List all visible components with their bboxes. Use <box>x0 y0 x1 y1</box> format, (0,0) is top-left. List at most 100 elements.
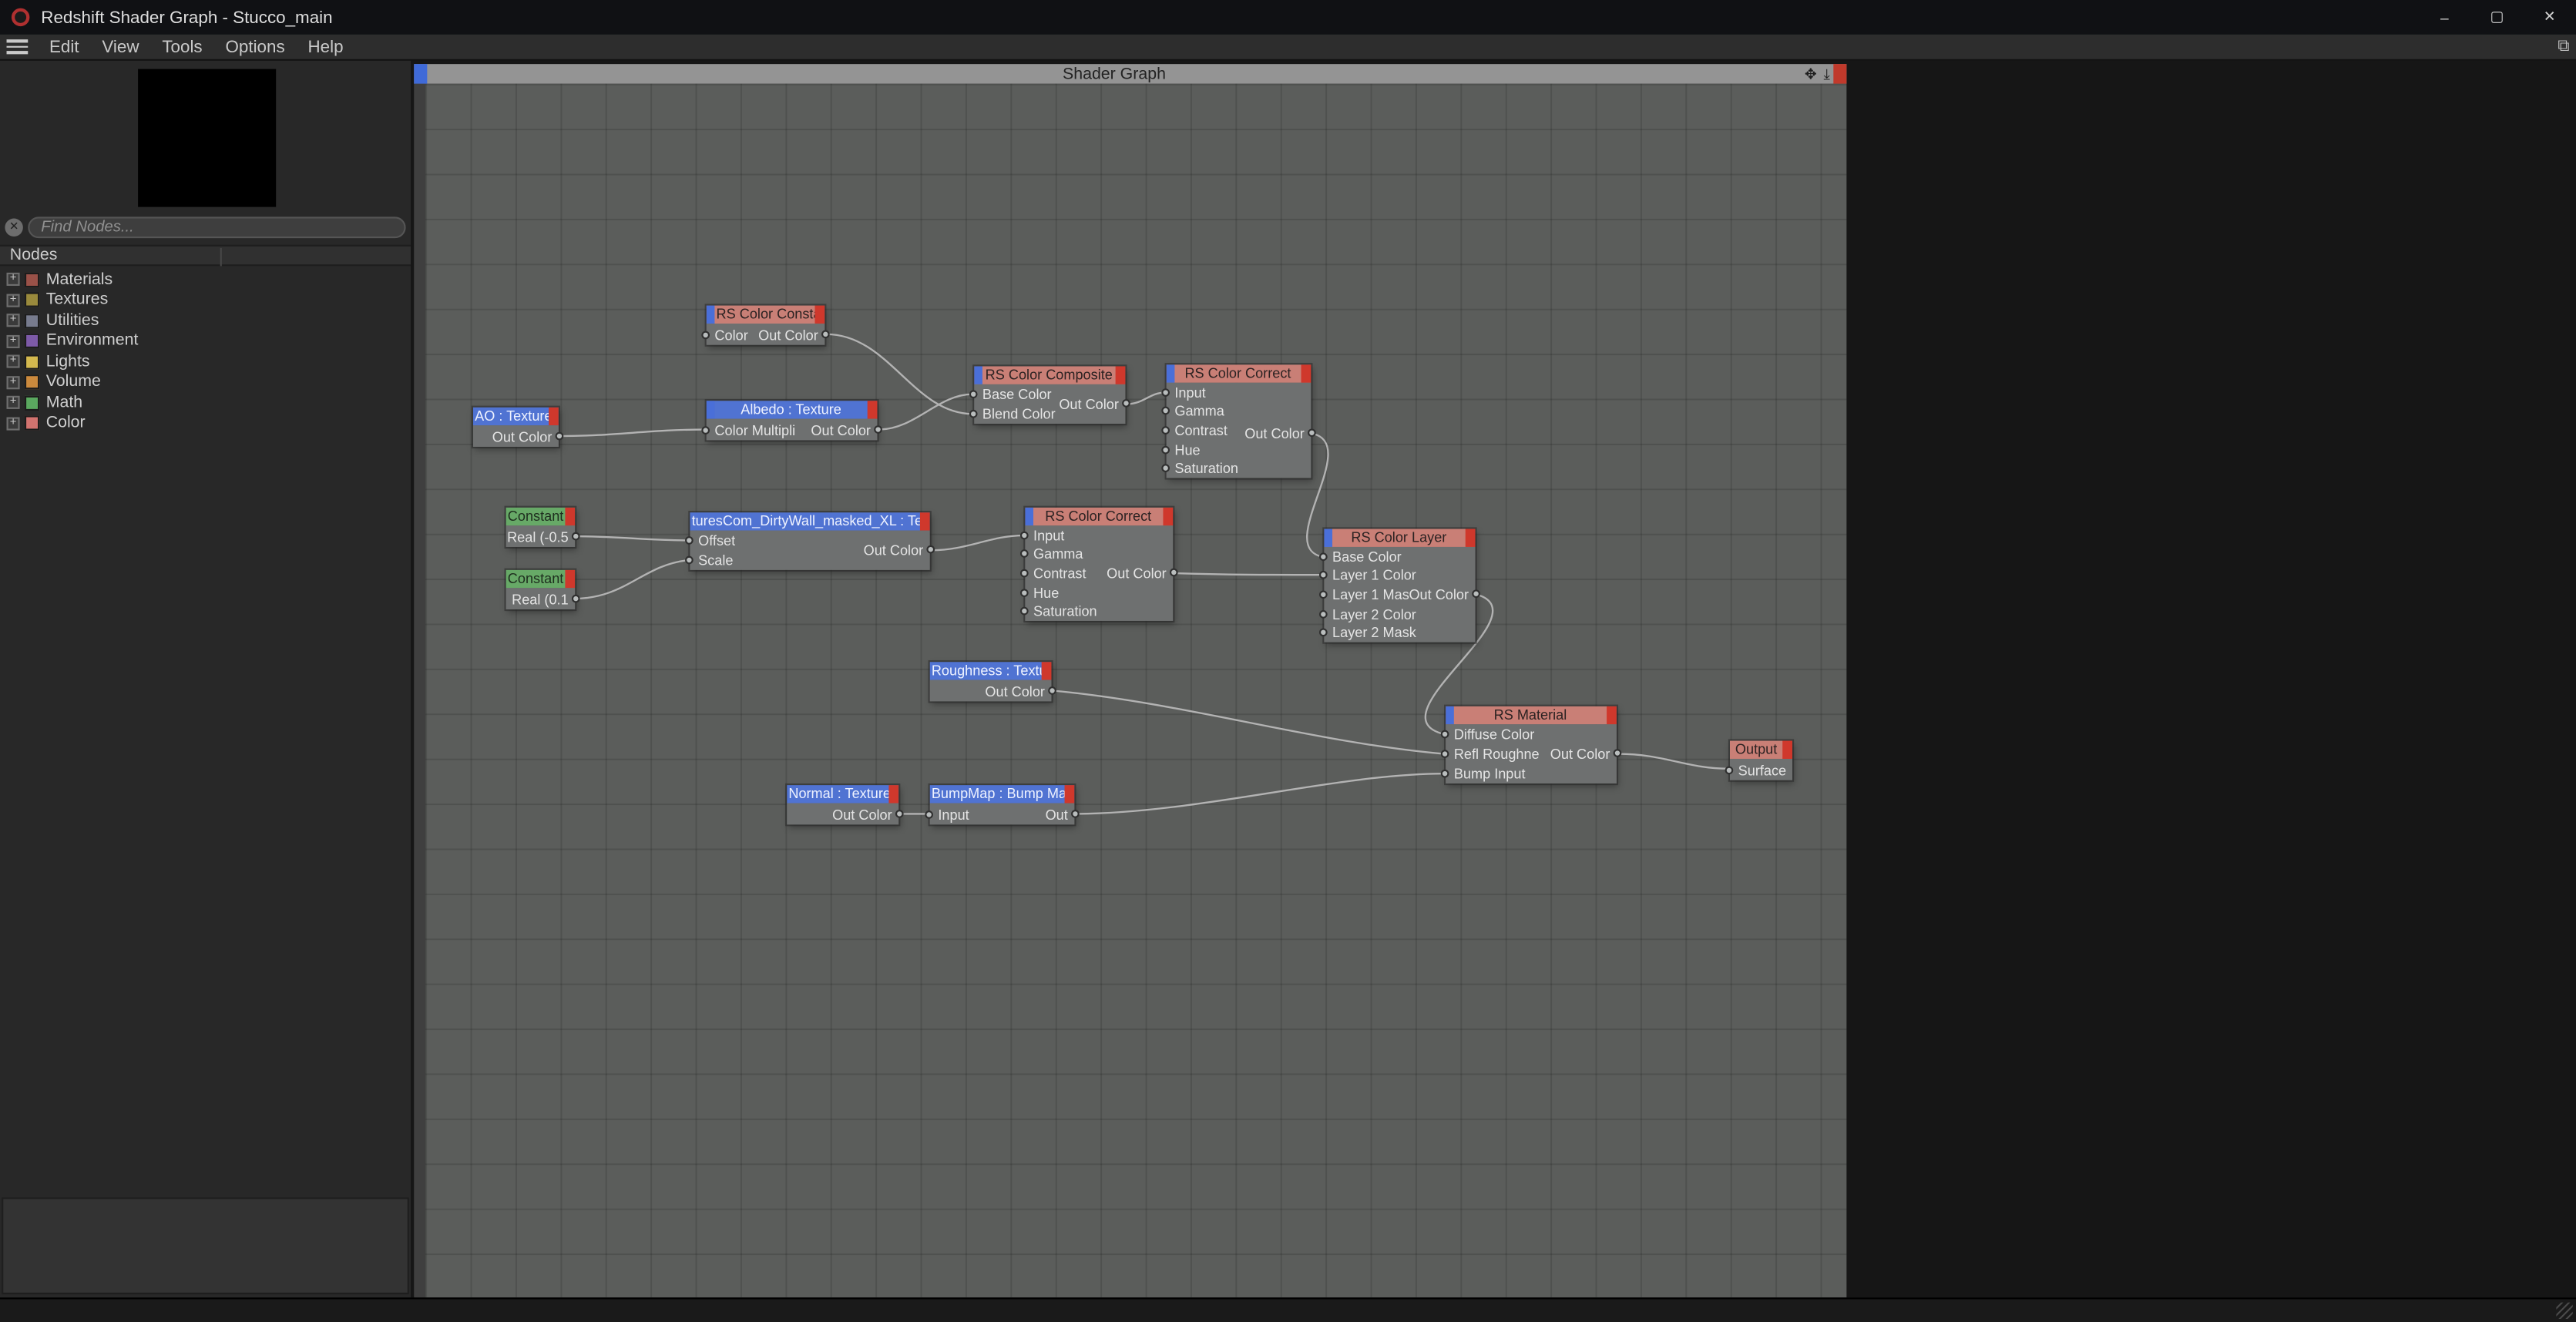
hamburger-icon[interactable] <box>7 39 29 54</box>
input-port[interactable] <box>1020 588 1029 596</box>
input-port[interactable] <box>701 330 710 339</box>
output-port[interactable] <box>1048 686 1056 695</box>
nodes-panel-header[interactable]: Nodes <box>0 245 411 267</box>
expand-icon[interactable]: + <box>7 334 20 347</box>
clear-search-icon[interactable]: ✕ <box>5 217 22 235</box>
node-constant-1[interactable]: Constant Real (-0.5 <box>506 508 576 547</box>
input-port[interactable] <box>969 390 978 398</box>
node-rs-color-correct-1[interactable]: RS Color Correct Input Gamma Contrast Hu… <box>1167 364 1312 478</box>
node-normal-texture[interactable]: Normal : Texture Out Color <box>787 785 898 824</box>
node-rs-material[interactable]: RS Material Diffuse Color Refl Roughne B… <box>1446 706 1617 783</box>
input-port[interactable] <box>1020 607 1029 616</box>
column-divider[interactable] <box>220 248 222 266</box>
node-albedo-texture[interactable]: Albedo : Texture Color MultipliOut Color <box>707 401 878 440</box>
expand-icon[interactable]: + <box>7 355 20 368</box>
node-color-tab <box>707 401 715 418</box>
output-port[interactable] <box>1170 569 1178 577</box>
port-label: Hue <box>1174 441 1200 458</box>
input-port[interactable] <box>1319 609 1328 618</box>
output-port[interactable] <box>895 810 904 818</box>
panel-icon[interactable]: ⧉ <box>2558 38 2569 55</box>
output-port[interactable] <box>572 595 580 603</box>
input-port[interactable] <box>1319 590 1328 599</box>
node-dirtywall-texture[interactable]: turesCom_DirtyWall_masked_XL : Textu Off… <box>690 512 929 570</box>
tree-item-math[interactable]: + Math <box>0 393 411 414</box>
menubar: Edit View Tools Options Help ⧉ <box>0 35 2576 61</box>
resize-grip-icon[interactable] <box>2556 1303 2572 1319</box>
node-bumpmap[interactable]: BumpMap : Bump Map InputOut <box>930 785 1075 824</box>
output-port[interactable] <box>1614 749 1622 757</box>
output-port[interactable] <box>1308 428 1316 437</box>
output-port[interactable] <box>821 330 830 339</box>
input-port[interactable] <box>1161 426 1170 435</box>
node-roughness-texture[interactable]: Roughness : Texture Out Color <box>930 662 1052 701</box>
input-port[interactable] <box>1020 569 1029 578</box>
port-label: Contrast <box>1174 422 1227 438</box>
input-port[interactable] <box>1441 750 1449 758</box>
menu-view[interactable]: View <box>90 37 150 57</box>
expand-icon[interactable]: + <box>7 396 20 409</box>
input-port[interactable] <box>1441 770 1449 778</box>
tree-item-utilities[interactable]: + Utilities <box>0 310 411 331</box>
node-title: Albedo : Texture <box>714 401 867 418</box>
expand-icon[interactable]: + <box>7 417 20 430</box>
node-cap <box>814 306 825 324</box>
output-port[interactable] <box>926 545 935 554</box>
input-port[interactable] <box>1161 408 1170 416</box>
input-port[interactable] <box>1441 730 1449 739</box>
menu-edit[interactable]: Edit <box>38 37 90 57</box>
maximize-button[interactable]: ▢ <box>2471 0 2524 35</box>
expand-icon[interactable]: + <box>7 273 20 286</box>
node-rs-color-layer[interactable]: RS Color Layer Base Color Layer 1 Color … <box>1324 529 1475 643</box>
tree-item-color[interactable]: + Color <box>0 413 411 434</box>
input-port[interactable] <box>701 425 710 434</box>
minimize-button[interactable]: – <box>2418 0 2470 35</box>
input-port[interactable] <box>1161 465 1170 473</box>
node-constant-2[interactable]: Constant Real (0.1 <box>506 570 576 609</box>
input-port[interactable] <box>1020 550 1029 559</box>
close-button[interactable]: ✕ <box>2524 0 2576 35</box>
graph-header[interactable]: Shader Graph ✥ ⤓ <box>414 64 1846 84</box>
input-port[interactable] <box>1161 388 1170 397</box>
tree-item-materials[interactable]: + Materials <box>0 270 411 290</box>
input-port[interactable] <box>1161 445 1170 454</box>
menu-help[interactable]: Help <box>297 37 355 57</box>
output-port[interactable] <box>556 432 564 441</box>
graph-canvas[interactable] <box>425 84 1846 1298</box>
output-port[interactable] <box>1071 810 1080 818</box>
input-port[interactable] <box>1725 766 1734 774</box>
pan-icon[interactable]: ✥ <box>1805 65 1817 82</box>
input-port[interactable] <box>925 810 933 818</box>
output-port[interactable] <box>572 532 580 541</box>
input-port[interactable] <box>1319 629 1328 637</box>
dock-icon[interactable]: ⤓ <box>1824 65 1830 82</box>
tree-item-textures[interactable]: + Textures <box>0 290 411 310</box>
output-port[interactable] <box>874 425 882 434</box>
input-port[interactable] <box>685 556 694 565</box>
menu-options[interactable]: Options <box>214 37 297 57</box>
menu-tools[interactable]: Tools <box>150 37 213 57</box>
tree-item-lights[interactable]: + Lights <box>0 351 411 372</box>
node-rs-color-constant[interactable]: RS Color Constant ColorOut Color <box>707 306 825 345</box>
input-port[interactable] <box>969 410 978 418</box>
graph-left-scrollbar[interactable] <box>414 84 425 1298</box>
input-port[interactable] <box>1319 552 1328 561</box>
output-port[interactable] <box>1472 589 1480 598</box>
tree-item-environment[interactable]: + Environment <box>0 331 411 352</box>
search-input[interactable] <box>28 216 405 237</box>
input-port[interactable] <box>685 536 694 545</box>
node-cap <box>1065 785 1075 803</box>
input-port[interactable] <box>1319 572 1328 580</box>
port-label: Gamma <box>1033 546 1083 562</box>
node-ao-texture[interactable]: AO : Texture Out Color <box>473 408 559 447</box>
output-port[interactable] <box>1122 399 1130 408</box>
expand-icon[interactable]: + <box>7 294 20 307</box>
tree-item-volume[interactable]: + Volume <box>0 372 411 393</box>
input-port[interactable] <box>1020 531 1029 539</box>
port-label: Bump Input <box>1454 766 1526 782</box>
node-rs-color-correct-2[interactable]: RS Color Correct Input Gamma Contrast Hu… <box>1025 508 1173 621</box>
node-output[interactable]: Output Surface <box>1730 741 1792 780</box>
expand-icon[interactable]: + <box>7 314 20 327</box>
expand-icon[interactable]: + <box>7 376 20 389</box>
node-rs-color-composite[interactable]: RS Color Composite Base Color Blend Colo… <box>974 366 1125 424</box>
